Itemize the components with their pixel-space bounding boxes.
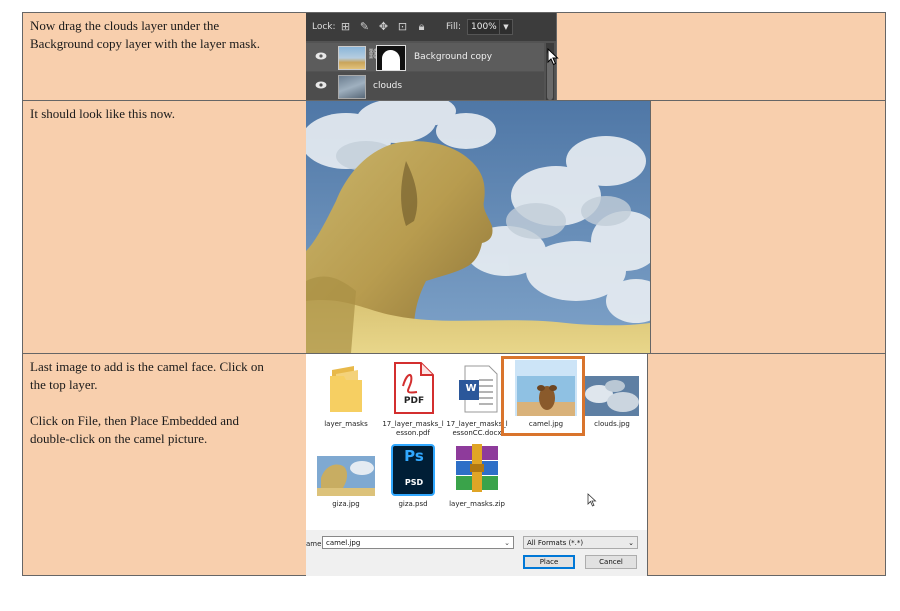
giza-thumbnail	[317, 456, 375, 496]
file-format-select[interactable]: All Formats (*.*) ⌄	[523, 536, 638, 549]
file-name: 17_layer_masks_l esson.pdf	[382, 420, 444, 437]
chevron-down-icon[interactable]: ⌄	[504, 537, 510, 550]
row3-instructions: Last image to add is the camel face. Cli…	[23, 354, 306, 448]
lock-artboard-icon[interactable]: ⊡	[397, 21, 408, 32]
file-name: layer_masks	[324, 420, 368, 428]
cancel-button[interactable]: Cancel	[585, 555, 637, 569]
place-button[interactable]: Place	[523, 555, 575, 569]
chevron-down-icon[interactable]: ⌄	[628, 537, 634, 549]
filename-input[interactable]: camel.jpg ⌄	[322, 536, 514, 549]
row2-text-cell: It should look like this now.	[22, 100, 307, 354]
file-name: clouds.jpg	[594, 420, 630, 428]
row1-text-cell: Now drag the clouds layer under the Back…	[22, 12, 307, 101]
psd-badge-bottom: PSD	[404, 478, 424, 487]
lock-move-icon[interactable]: ✥	[378, 21, 389, 32]
lock-brush-icon[interactable]: ✎	[359, 21, 370, 32]
layer-name: Background copy	[414, 52, 493, 62]
file-item-giza-jpg[interactable]: giza.jpg	[311, 444, 381, 514]
format-value: All Formats (*.*)	[527, 539, 584, 547]
fill-input[interactable]: 100%	[467, 19, 500, 35]
text-line: Now drag the clouds layer under the	[30, 18, 220, 33]
layer-thumbnail	[338, 75, 366, 99]
word-badge: W	[465, 383, 477, 394]
layer-mask-thumbnail[interactable]	[376, 45, 406, 71]
layer-row-background-copy[interactable]: ⛓ Background copy	[306, 43, 544, 71]
text-line: It should look like this now.	[30, 106, 176, 121]
row1-empty-cell	[556, 12, 886, 101]
filename-value: camel.jpg	[326, 539, 361, 547]
pdf-icon	[394, 362, 434, 414]
layers-panel: Lock: ⊞ ✎ ✥ ⊡ 🔒︎ Fill: 100% ▼ ⛓ Backgrou…	[306, 13, 556, 100]
lock-bar: Lock: ⊞ ✎ ✥ ⊡ 🔒︎ Fill: 100% ▼	[306, 13, 556, 41]
row1-instructions: Now drag the clouds layer under the Back…	[23, 13, 306, 53]
sphinx-clouds-photo	[306, 101, 650, 353]
file-item-layer-masks[interactable]: layer_masks	[311, 362, 381, 432]
eye-icon[interactable]	[315, 52, 327, 60]
dialog-footer: ame: camel.jpg ⌄ All Formats (*.*) ⌄ Pla…	[306, 530, 647, 576]
text-line: the top layer.	[30, 377, 98, 392]
file-name: layer_masks.zip	[449, 500, 505, 508]
psd-badge-top: Ps	[404, 447, 424, 465]
file-name: giza.jpg	[332, 500, 360, 508]
row2-empty-cell	[650, 100, 886, 354]
layer-name: clouds	[373, 81, 403, 91]
layer-thumbnail	[338, 46, 366, 70]
row3-empty-cell	[647, 353, 886, 576]
layer-row-clouds[interactable]: clouds	[306, 72, 544, 100]
clouds-thumbnail	[585, 376, 639, 416]
file-item-giza-psd[interactable]: Ps PSD giza.psd	[378, 444, 448, 514]
lock-label: Lock:	[312, 22, 336, 32]
text-line: Last image to add is the camel face. Cli…	[30, 359, 264, 374]
zip-icon	[456, 444, 498, 492]
chevron-down-icon[interactable]: ▼	[499, 19, 513, 35]
row3-text-cell: Last image to add is the camel face. Cli…	[22, 353, 307, 576]
eye-icon[interactable]	[315, 81, 327, 89]
lock-transparent-icon[interactable]: ⊞	[340, 21, 351, 32]
text-line: Click on File, then Place Embedded and	[30, 413, 240, 428]
text-line: double-click on the camel picture.	[30, 431, 208, 446]
folder-icon	[330, 366, 362, 412]
lock-all-icon[interactable]: 🔒︎	[416, 21, 427, 32]
file-item-pdf[interactable]: PDF 17_layer_masks_l esson.pdf	[378, 362, 448, 442]
mouse-cursor-icon	[587, 493, 597, 507]
file-item-clouds[interactable]: clouds.jpg	[577, 362, 647, 432]
mouse-cursor-icon	[547, 48, 559, 66]
text-line: Background copy layer with the layer mas…	[30, 36, 260, 51]
file-item-zip[interactable]: layer_masks.zip	[442, 444, 512, 514]
row2-instructions: It should look like this now.	[23, 101, 306, 123]
selection-outline	[501, 356, 585, 436]
place-embedded-dialog: layer_masks PDF 17_layer_masks_l esson.p…	[306, 354, 647, 576]
fill-label: Fill:	[446, 22, 462, 32]
pdf-badge: PDF	[403, 396, 425, 406]
file-name: giza.psd	[398, 500, 428, 508]
